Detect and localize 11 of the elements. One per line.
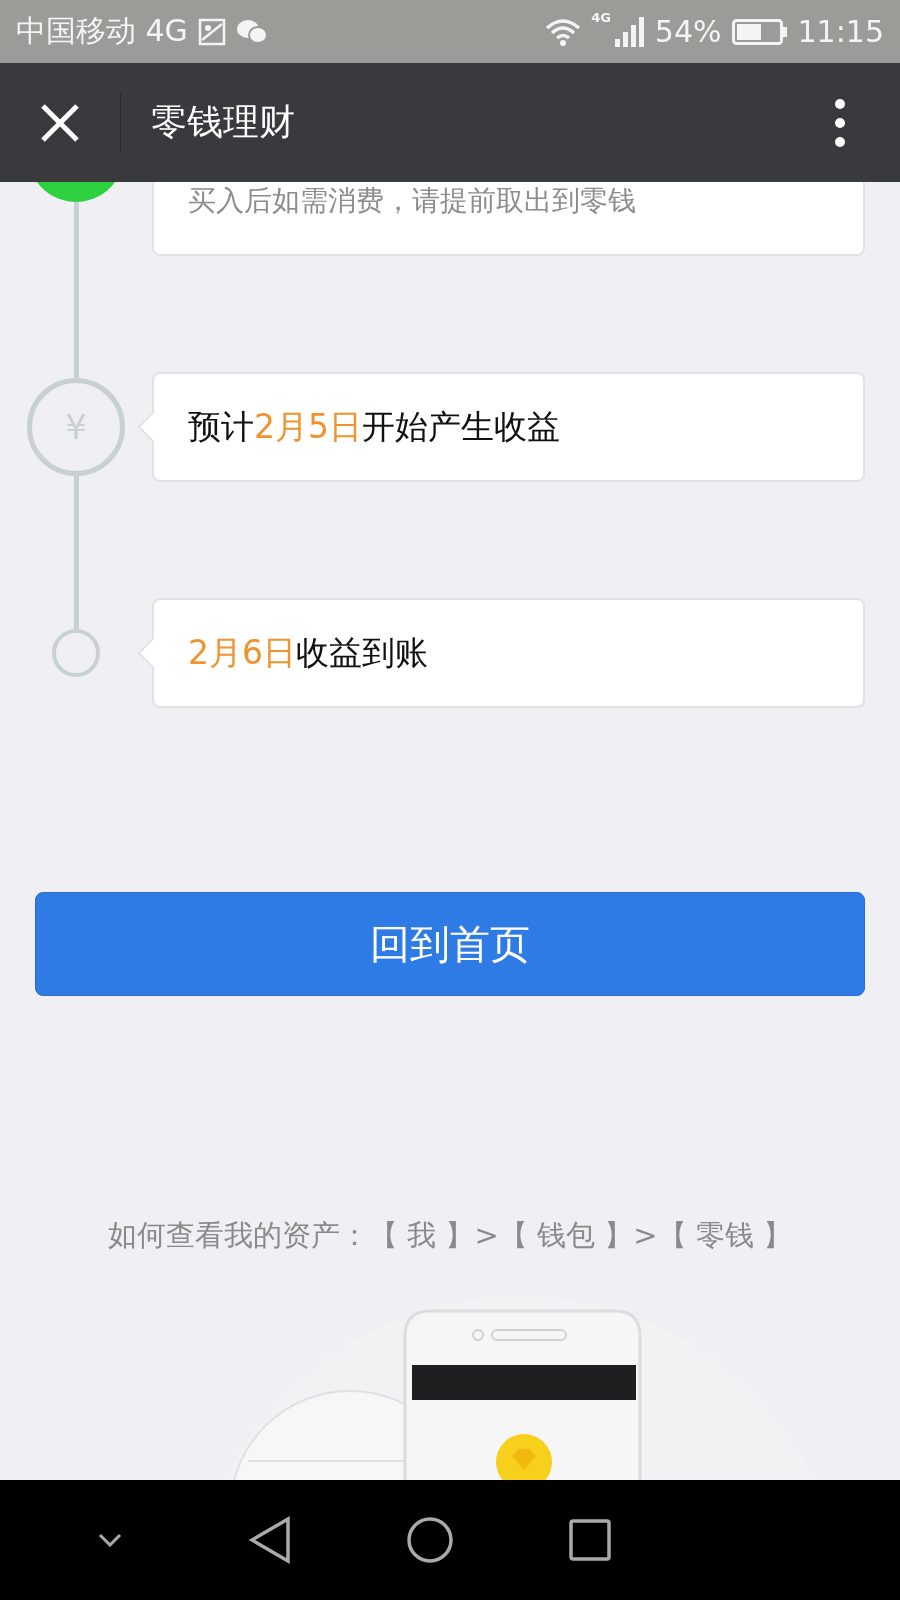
carrier-text: 中国移动 4G [16, 12, 188, 50]
battery-text: 54% [654, 14, 722, 49]
time-text: 11:15 [797, 14, 884, 49]
home-button[interactable]: 回到首页 [35, 892, 865, 996]
help-text: 如何查看我的资产：【 我 】>【 钱包 】>【 零钱 】 [107, 1217, 793, 1254]
yuan-step-icon: ¥ [27, 378, 125, 476]
step-text: 2月6日收益到账 [188, 631, 428, 674]
page-title: 零钱理财 [151, 100, 295, 144]
network-text: 4G [591, 10, 611, 25]
step-text: 预计2月5日开始产生收益 [188, 405, 560, 448]
step-text: 买入后如需消费，请提前取出到零钱 [188, 183, 636, 219]
